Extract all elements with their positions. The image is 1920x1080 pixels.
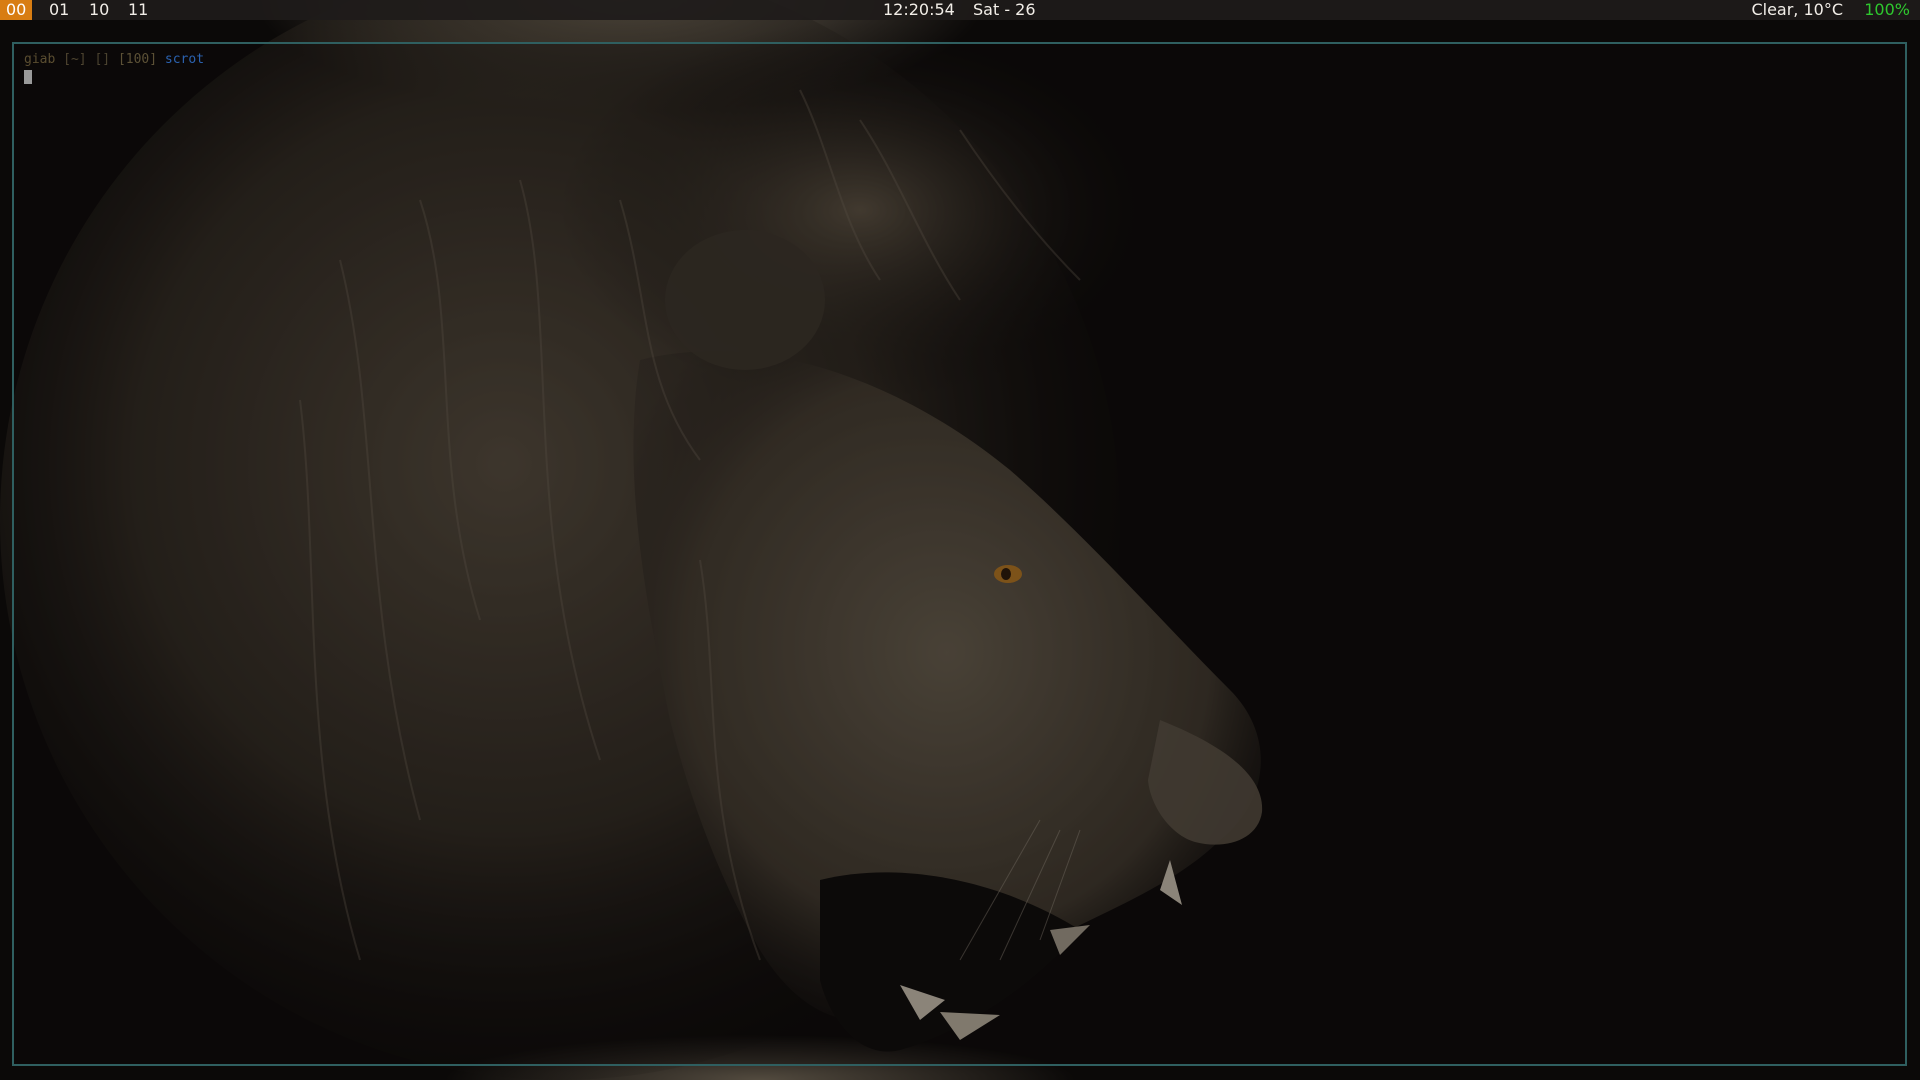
terminal-cursor (24, 70, 32, 84)
prompt-user: giab (24, 52, 56, 67)
workspace-00-button[interactable]: 00 (0, 0, 33, 20)
clock: 12:20:54 (883, 0, 955, 19)
terminal-command: scrot (164, 52, 205, 67)
terminal-window[interactable]: giab [~] [] [100] scrot (12, 42, 1907, 1066)
workspace-10-button[interactable]: 10 (83, 0, 115, 20)
desktop: 00 01 10 11 12:20:54 Sat - 26 Clear, 10°… (0, 0, 1920, 1080)
status-bar: 00 01 10 11 12:20:54 Sat - 26 Clear, 10°… (0, 0, 1920, 20)
date-display: Sat - 26 (973, 0, 1036, 19)
workspace-01-button[interactable]: 01 (43, 0, 75, 20)
workspace-11-button[interactable]: 11 (122, 0, 154, 20)
battery-status: 100% (1864, 0, 1910, 19)
prompt-git: [] (94, 52, 111, 67)
prompt-path: [~] (63, 52, 87, 67)
prompt-exit-code: [100] (117, 52, 158, 67)
weather-status: Clear, 10°C (1751, 0, 1843, 19)
terminal-prompt-line: giab [~] [] [100] scrot (24, 52, 204, 68)
